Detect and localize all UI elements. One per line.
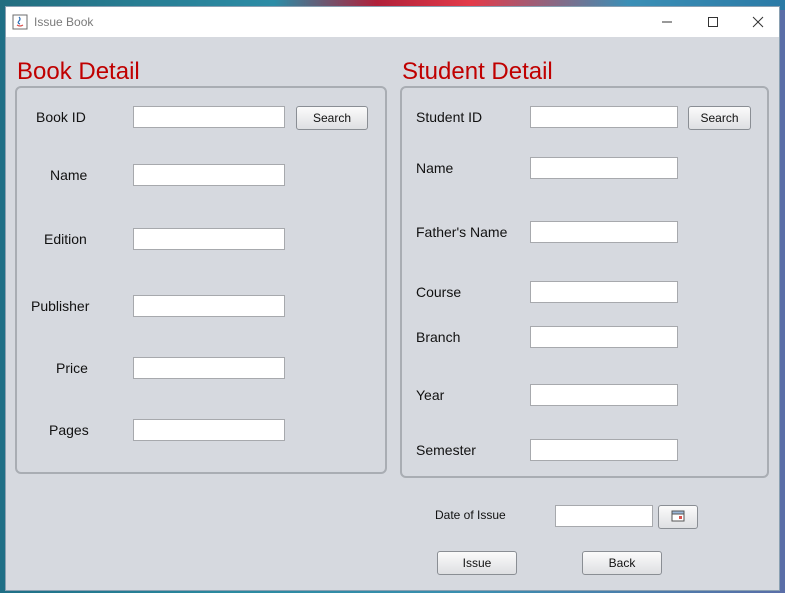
semester-label: Semester: [416, 442, 476, 458]
java-app-icon: [12, 14, 28, 30]
publisher-label: Publisher: [31, 298, 90, 314]
semester-input[interactable]: [530, 439, 678, 461]
book-detail-title: Book Detail: [17, 58, 140, 85]
pages-input[interactable]: [133, 419, 285, 441]
close-button[interactable]: [735, 7, 781, 37]
book-id-input[interactable]: [133, 106, 285, 128]
student-id-label: Student ID: [416, 109, 483, 125]
branch-input[interactable]: [530, 326, 678, 348]
student-detail-title: Student Detail: [402, 58, 553, 85]
book-id-label: Book ID: [36, 109, 86, 125]
publisher-input[interactable]: [133, 295, 285, 317]
student-id-input[interactable]: [530, 106, 678, 128]
fathers-name-input[interactable]: [530, 221, 678, 243]
date-of-issue-input[interactable]: [555, 505, 653, 527]
calendar-button[interactable]: [658, 505, 698, 529]
window-title: Issue Book: [34, 15, 94, 29]
year-input[interactable]: [530, 384, 678, 406]
student-name-input[interactable]: [530, 157, 678, 179]
branch-label: Branch: [416, 329, 461, 345]
back-button[interactable]: Back: [582, 551, 662, 575]
fathers-name-label: Father's Name: [416, 224, 508, 240]
student-name-label: Name: [416, 160, 454, 176]
price-input[interactable]: [133, 357, 285, 379]
edition-label: Edition: [44, 231, 87, 247]
student-search-button[interactable]: Search: [688, 106, 751, 130]
book-detail-panel: [15, 86, 387, 474]
date-of-issue-label: Date of Issue: [435, 508, 506, 522]
edition-input[interactable]: [133, 228, 285, 250]
book-name-label: Name: [50, 167, 88, 183]
price-label: Price: [56, 360, 88, 376]
course-label: Course: [416, 284, 462, 300]
issue-book-window: Issue Book Book Detail Book ID Search Na…: [5, 6, 780, 591]
issue-button[interactable]: Issue: [437, 551, 517, 575]
book-name-input[interactable]: [133, 164, 285, 186]
course-input[interactable]: [530, 281, 678, 303]
title-bar: Issue Book: [6, 7, 779, 37]
maximize-button[interactable]: [690, 7, 736, 37]
minimize-button[interactable]: [644, 7, 690, 37]
pages-label: Pages: [49, 422, 89, 438]
book-search-button[interactable]: Search: [296, 106, 368, 130]
year-label: Year: [416, 387, 445, 403]
calendar-icon: [671, 510, 685, 525]
